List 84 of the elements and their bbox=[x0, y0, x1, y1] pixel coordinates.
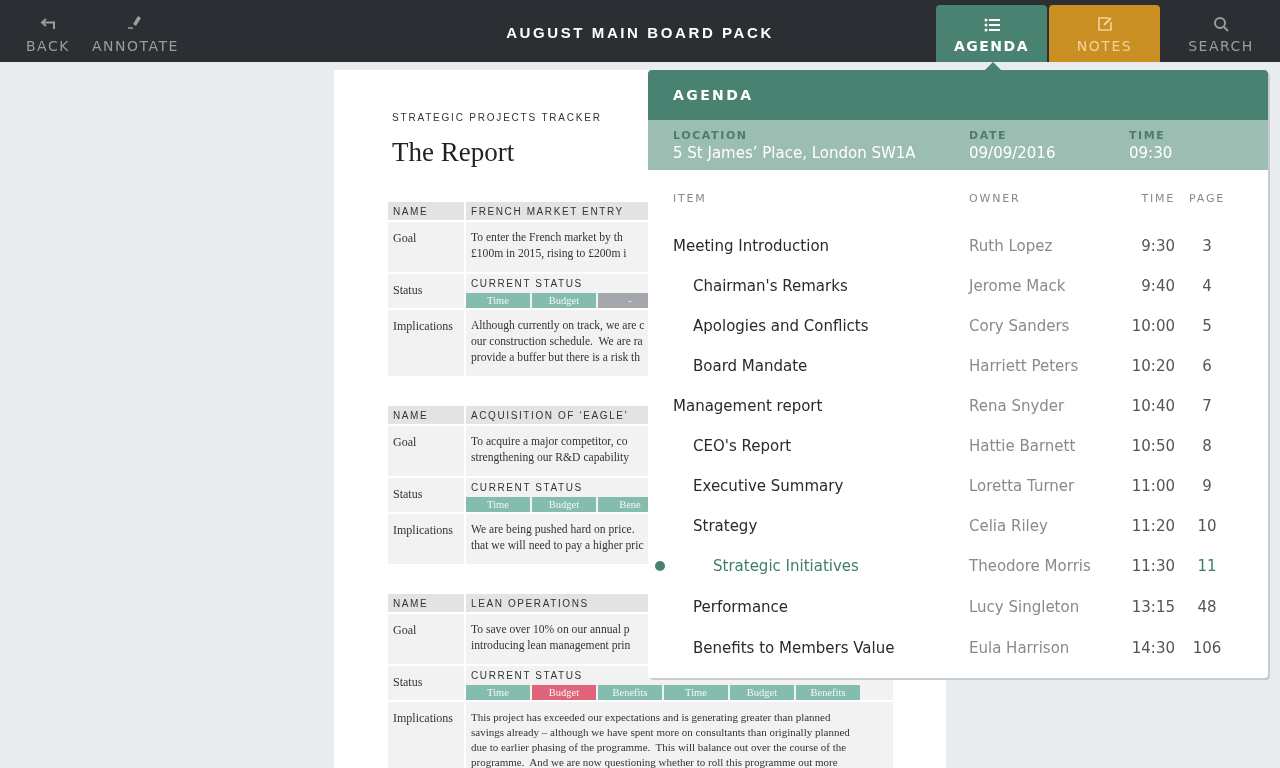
page-number: 10 bbox=[1196, 517, 1218, 535]
time-text: 11:00 bbox=[1130, 477, 1175, 495]
owner-text: Hattie Barnett bbox=[969, 437, 1077, 455]
section-label: STRATEGIC PROJECTS TRACKER bbox=[392, 112, 602, 123]
owner-text: Cory Sanders bbox=[969, 317, 1071, 335]
owner-text: Harriett Peters bbox=[969, 357, 1080, 375]
table-header-cell: NAME bbox=[388, 406, 464, 424]
status-segment: Budget bbox=[532, 497, 596, 512]
back-arrow-icon bbox=[39, 18, 56, 30]
page-number: 9 bbox=[1201, 477, 1213, 495]
owner-text: Ruth Lopez bbox=[969, 237, 1054, 255]
table-header-cell: NAME bbox=[388, 202, 464, 220]
status-segment: Benefits bbox=[796, 685, 860, 700]
status-segment: Budget bbox=[532, 293, 596, 308]
status-segment: Time bbox=[664, 685, 728, 700]
owner-text: Jerome Mack bbox=[969, 277, 1067, 295]
time-text: 10:20 bbox=[1130, 357, 1175, 375]
toolbar-tab[interactable]: SEARCH bbox=[1162, 5, 1280, 62]
meta-value: 09:30 bbox=[1129, 143, 1174, 162]
toolbar-tab[interactable]: AGENDA bbox=[936, 5, 1047, 62]
time-text: 10:00 bbox=[1130, 317, 1175, 335]
row-label: Status bbox=[388, 478, 464, 512]
page-number: 11 bbox=[1196, 557, 1218, 575]
table-cell: This project has exceeded our expectations and is generating greater than planned savings already – although we have spent more on consultants than originally planned due to earlier phasing of the programme. This will balance out over the course of the programme. And we are now questioning whether to roll this programme out more bbox=[466, 702, 893, 768]
page-number: 8 bbox=[1201, 437, 1213, 455]
list-icon bbox=[983, 18, 1000, 32]
row-label: Status bbox=[388, 666, 464, 700]
row-label: Goal bbox=[388, 426, 464, 476]
search-icon bbox=[1213, 16, 1229, 32]
owner-text: Theodore Morris bbox=[969, 557, 1092, 575]
row-label: Implications bbox=[388, 702, 464, 768]
page-number: 6 bbox=[1201, 357, 1213, 375]
status-segment: Time bbox=[466, 497, 530, 512]
status-segment: Budget bbox=[532, 685, 596, 700]
column-header: PAGE bbox=[1188, 191, 1226, 205]
status-heading: CURRENT STATUS bbox=[470, 481, 584, 495]
page-number: 4 bbox=[1201, 277, 1213, 295]
status-segment: Time bbox=[466, 685, 530, 700]
row-label: Implications bbox=[388, 310, 464, 376]
time-text: 10:50 bbox=[1130, 437, 1175, 455]
status-segment: Budget bbox=[730, 685, 794, 700]
time-text: 10:40 bbox=[1130, 397, 1175, 415]
popover-title: AGENDA bbox=[673, 87, 754, 103]
page-number: 48 bbox=[1196, 597, 1218, 616]
status-segment: Benefits bbox=[598, 685, 662, 700]
agenda-item[interactable]: Executive Summary bbox=[673, 477, 969, 495]
agenda-item[interactable]: Chairman's Remarks bbox=[673, 277, 969, 295]
row-label: Goal bbox=[388, 614, 464, 664]
column-header: OWNER bbox=[969, 191, 1022, 205]
owner-text: Eula Harrison bbox=[969, 638, 1071, 657]
page-number: 106 bbox=[1191, 638, 1223, 657]
page-number: 3 bbox=[1201, 237, 1213, 255]
time-text: 13:15 bbox=[1130, 597, 1175, 616]
meta-label: LOCATION bbox=[673, 128, 749, 142]
status-segment: Time bbox=[466, 293, 530, 308]
column-header: ITEM bbox=[673, 191, 708, 205]
pencil-icon bbox=[127, 14, 144, 30]
status-heading: CURRENT STATUS bbox=[470, 669, 584, 683]
table-header-cell: NAME bbox=[388, 594, 464, 612]
toolbar-button[interactable]: BACK bbox=[24, 0, 72, 62]
time-text: 11:20 bbox=[1130, 517, 1175, 535]
toolbar-button[interactable]: ANNOTATE bbox=[89, 0, 181, 62]
time-text: 9:30 bbox=[1140, 237, 1175, 255]
meta-value: 09/09/2016 bbox=[969, 143, 1057, 162]
meta-label: DATE bbox=[969, 128, 1009, 142]
report-title: The Report bbox=[392, 137, 515, 168]
meta-value: 5 St James’ Place, London SW1A bbox=[673, 143, 917, 162]
time-text: 9:40 bbox=[1140, 277, 1175, 295]
row-label: Implications bbox=[388, 514, 464, 564]
owner-text: Celia Riley bbox=[969, 517, 1049, 535]
edit-note-icon bbox=[1096, 16, 1113, 32]
time-text: 14:30 bbox=[1130, 638, 1175, 657]
owner-text: Loretta Turner bbox=[969, 477, 1076, 495]
owner-text: Lucy Singleton bbox=[969, 597, 1081, 616]
meta-label: TIME bbox=[1129, 128, 1167, 142]
page-number: 5 bbox=[1201, 317, 1213, 335]
row-label: Goal bbox=[388, 222, 464, 272]
status-heading: CURRENT STATUS bbox=[470, 277, 584, 291]
page-number: 7 bbox=[1201, 397, 1213, 415]
row-label: Status bbox=[388, 274, 464, 308]
column-header: TIME bbox=[1140, 191, 1175, 205]
owner-text: Rena Snyder bbox=[969, 397, 1066, 415]
document-title: AUGUST MAIN BOARD PACK bbox=[505, 24, 775, 41]
time-text: 11:30 bbox=[1130, 557, 1175, 575]
